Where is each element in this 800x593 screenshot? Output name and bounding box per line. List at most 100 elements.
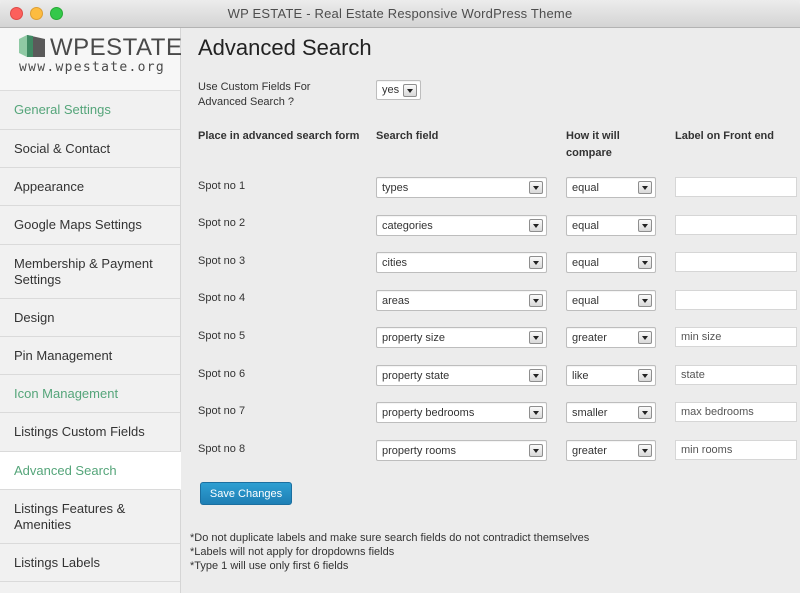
compare-value: greater <box>572 331 607 344</box>
sidebar-item-label: Google Maps Settings <box>14 217 142 232</box>
search-field-value: property state <box>382 369 450 382</box>
label-input[interactable]: min rooms <box>675 440 797 460</box>
sidebar-item-design[interactable]: Design <box>0 299 180 337</box>
spot-label: Spot no 6 <box>198 368 246 380</box>
label-input[interactable] <box>675 215 797 235</box>
chevron-down-icon <box>403 83 417 97</box>
chevron-down-icon <box>638 256 652 269</box>
chevron-down-icon <box>529 406 543 419</box>
compare-select[interactable]: equal <box>566 215 656 236</box>
sidebar-item-label: Appearance <box>14 178 85 194</box>
note-line: *Do not duplicate labels and make sure s… <box>190 532 590 544</box>
sidebar-item-pin-management[interactable]: Pin Management <box>0 337 180 375</box>
sidebar-item-appearance[interactable]: Appearance <box>0 168 180 206</box>
search-field-select[interactable]: property bedrooms <box>376 402 547 423</box>
label-input[interactable] <box>675 290 797 310</box>
logo: WPESTATE www.wpestate.org <box>0 28 182 91</box>
sidebar-item-listings-custom-fields[interactable]: Listings Custom Fields <box>0 413 180 452</box>
search-field-select[interactable]: types <box>376 177 547 198</box>
logo-url: www.wpestate.org <box>19 60 166 75</box>
sidebar-item-label: Pin Management <box>14 347 113 363</box>
search-field-select[interactable]: property size <box>376 327 547 348</box>
spot-label: Spot no 7 <box>198 405 246 417</box>
sidebar-item-label: Design <box>14 309 55 325</box>
chevron-down-icon <box>638 294 652 307</box>
label-input[interactable] <box>675 177 797 197</box>
chevron-down-icon <box>529 331 543 344</box>
sidebar: WPESTATE www.wpestate.org General Settin… <box>0 28 182 593</box>
search-field-select[interactable]: categories <box>376 215 547 236</box>
sidebar-item-google-maps-settings[interactable]: Google Maps Settings <box>0 206 180 245</box>
search-field-select[interactable]: areas <box>376 290 547 311</box>
compare-select[interactable]: greater <box>566 440 656 461</box>
search-field-value: property size <box>382 331 445 344</box>
custom-fields-select[interactable]: yes <box>376 80 421 100</box>
label-input[interactable] <box>675 252 797 272</box>
spot-label: Spot no 5 <box>198 330 246 342</box>
column-header-field: Search field <box>376 130 439 142</box>
compare-select[interactable]: like <box>566 365 656 386</box>
chevron-down-icon <box>638 219 652 232</box>
sidebar-item-label: Social & Contact <box>14 140 111 156</box>
sidebar-item-listings-features[interactable]: Listings Features & Amenities <box>0 490 180 544</box>
compare-value: greater <box>572 444 607 457</box>
label-input[interactable]: max bedrooms <box>675 402 797 422</box>
sidebar-item-label: Listings Features & Amenities <box>14 500 126 532</box>
sidebar-item-label: Icon Management <box>14 385 119 401</box>
search-field-value: property rooms <box>382 444 456 457</box>
label-input[interactable]: state <box>675 365 797 385</box>
chevron-down-icon <box>638 444 652 457</box>
sidebar-item-general-settings[interactable]: General Settings <box>0 91 180 130</box>
search-field-select[interactable]: cities <box>376 252 547 273</box>
compare-value: equal <box>572 181 599 194</box>
chevron-down-icon <box>529 181 543 194</box>
spot-label: Spot no 2 <box>198 217 246 229</box>
compare-select[interactable]: equal <box>566 252 656 273</box>
column-header-label: Label on Front end <box>675 130 774 142</box>
custom-fields-label: Use Custom Fields For Advanced Search ? <box>198 81 311 108</box>
chevron-down-icon <box>529 219 543 232</box>
compare-select[interactable]: smaller <box>566 402 656 423</box>
spot-label: Spot no 3 <box>198 255 246 267</box>
note-line: *Type 1 will use only first 6 fields <box>190 560 349 572</box>
sidebar-item-label: Listings Custom Fields <box>14 424 145 439</box>
spot-label: Spot no 1 <box>198 180 246 192</box>
note-line: *Labels will not apply for dropdowns fie… <box>190 546 395 558</box>
column-header-place: Place in advanced search form <box>198 130 360 142</box>
chevron-down-icon <box>529 369 543 382</box>
search-field-value: cities <box>382 256 408 269</box>
logo-mark-icon <box>19 35 45 57</box>
search-field-select[interactable]: property state <box>376 365 547 386</box>
sidebar-item-label: Membership & Payment Settings <box>14 255 153 287</box>
sidebar-item-advanced-search[interactable]: Advanced Search <box>0 452 181 490</box>
main-panel: Advanced Search Use Custom Fields For Ad… <box>182 28 800 593</box>
chevron-down-icon <box>638 406 652 419</box>
window-titlebar: WP ESTATE - Real Estate Responsive WordP… <box>0 0 800 28</box>
search-field-value: categories <box>382 219 433 232</box>
sidebar-item-icon-management[interactable]: Icon Management <box>0 375 180 413</box>
compare-select[interactable]: equal <box>566 290 656 311</box>
label-input[interactable]: min size <box>675 327 797 347</box>
sidebar-item-label: Advanced Search <box>14 462 117 478</box>
search-field-value: property bedrooms <box>382 406 475 419</box>
chevron-down-icon <box>529 294 543 307</box>
search-field-select[interactable]: property rooms <box>376 440 547 461</box>
page-title: Advanced Search <box>198 35 372 60</box>
sidebar-item-listings-labels[interactable]: Listings Labels <box>0 544 180 582</box>
window-title: WP ESTATE - Real Estate Responsive WordP… <box>227 6 573 21</box>
chevron-down-icon <box>529 256 543 269</box>
compare-select[interactable]: greater <box>566 327 656 348</box>
compare-value: equal <box>572 294 599 307</box>
chevron-down-icon <box>638 369 652 382</box>
search-field-value: areas <box>382 294 410 307</box>
sidebar-item-membership-payment[interactable]: Membership & Payment Settings <box>0 245 180 299</box>
compare-select[interactable]: equal <box>566 177 656 198</box>
chevron-down-icon <box>638 331 652 344</box>
spot-label: Spot no 4 <box>198 292 246 304</box>
chevron-down-icon <box>529 444 543 457</box>
sidebar-item-social-contact[interactable]: Social & Contact <box>0 130 180 168</box>
custom-fields-value: yes <box>382 84 400 96</box>
save-changes-button[interactable]: Save Changes <box>200 482 292 505</box>
column-header-compare: How it will compare <box>566 130 620 159</box>
chevron-down-icon <box>638 181 652 194</box>
